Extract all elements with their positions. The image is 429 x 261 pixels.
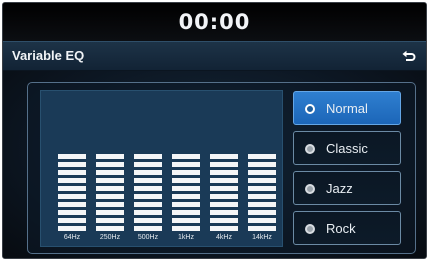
preset-label: Normal	[326, 101, 368, 116]
eq-level-segment	[210, 154, 238, 159]
eq-level-segment	[58, 178, 86, 183]
eq-level-segment	[210, 226, 238, 231]
preset-label: Rock	[326, 221, 356, 236]
eq-level-segment	[248, 226, 276, 231]
eq-band-500hz[interactable]	[134, 154, 162, 234]
eq-level-segment	[58, 218, 86, 223]
eq-level-segment	[58, 202, 86, 207]
band-label-4khz: 4kHz	[216, 234, 232, 241]
eq-level-segment	[172, 210, 200, 215]
eq-level-segment	[210, 170, 238, 175]
eq-level-segment	[172, 226, 200, 231]
eq-level-segment	[134, 186, 162, 191]
eq-band-250hz[interactable]	[96, 154, 124, 234]
eq-level-segment	[58, 170, 86, 175]
eq-level-segment	[248, 186, 276, 191]
preset-jazz-button[interactable]: Jazz	[293, 171, 401, 205]
back-button[interactable]	[398, 45, 420, 67]
eq-level-segment	[172, 218, 200, 223]
eq-band-4khz[interactable]	[210, 154, 238, 234]
eq-level-segment	[96, 178, 124, 183]
eq-band-64hz[interactable]	[58, 154, 86, 234]
eq-band-14khz[interactable]	[248, 154, 276, 234]
head-unit-screen: 00:00 Variable EQ 64Hz 250Hz 500Hz 1kHz	[2, 2, 427, 259]
eq-level-segment	[172, 154, 200, 159]
eq-level-segment	[134, 178, 162, 183]
band-label-64hz: 64Hz	[63, 234, 81, 241]
eq-level-segment	[96, 170, 124, 175]
eq-level-segment	[248, 194, 276, 199]
eq-level-segment	[58, 226, 86, 231]
band-label-250hz: 250Hz	[99, 234, 121, 241]
eq-level-segment	[96, 218, 124, 223]
eq-level-segment	[58, 154, 86, 159]
eq-level-segment	[210, 202, 238, 207]
eq-level-segment	[134, 210, 162, 215]
eq-level-segment	[134, 170, 162, 175]
eq-level-segment	[58, 210, 86, 215]
eq-level-segment	[96, 194, 124, 199]
eq-level-segment	[134, 154, 162, 159]
eq-level-segment	[210, 186, 238, 191]
eq-level-segment	[210, 210, 238, 215]
preset-classic-button[interactable]: Classic	[293, 131, 401, 165]
eq-level-segment	[58, 162, 86, 167]
eq-level-segment	[172, 194, 200, 199]
eq-level-segment	[248, 170, 276, 175]
content-area: 64Hz 250Hz 500Hz 1kHz 4kHz 14kHz Normal …	[3, 71, 426, 258]
eq-level-segment	[172, 162, 200, 167]
eq-level-segment	[58, 186, 86, 191]
eq-band-1khz[interactable]	[172, 154, 200, 234]
band-label-14khz: 14kHz	[252, 234, 272, 241]
eq-level-segment	[248, 210, 276, 215]
radio-icon	[305, 184, 315, 194]
eq-level-segment	[248, 162, 276, 167]
eq-level-segment	[96, 162, 124, 167]
band-label-500hz: 500Hz	[137, 234, 159, 241]
eq-level-segment	[172, 170, 200, 175]
eq-level-segment	[210, 162, 238, 167]
radio-icon	[305, 104, 315, 114]
eq-level-segment	[96, 186, 124, 191]
preset-normal-button[interactable]: Normal	[293, 91, 401, 125]
eq-level-segment	[58, 194, 86, 199]
eq-level-segment	[210, 178, 238, 183]
eq-level-segment	[172, 202, 200, 207]
eq-level-segment	[210, 194, 238, 199]
eq-level-segment	[172, 186, 200, 191]
eq-level-segment	[210, 218, 238, 223]
eq-level-segment	[248, 202, 276, 207]
eq-level-segment	[172, 178, 200, 183]
eq-level-segment	[248, 178, 276, 183]
eq-container: 64Hz 250Hz 500Hz 1kHz 4kHz 14kHz Normal …	[27, 82, 416, 254]
preset-rock-button[interactable]: Rock	[293, 211, 401, 245]
radio-icon	[305, 224, 315, 234]
eq-level-segment	[134, 202, 162, 207]
status-bar: 00:00	[3, 3, 426, 41]
page-title: Variable EQ	[12, 48, 85, 63]
eq-level-segment	[134, 194, 162, 199]
eq-level-segment	[248, 218, 276, 223]
eq-level-segment	[134, 226, 162, 231]
eq-level-segment	[248, 154, 276, 159]
back-arrow-icon	[402, 50, 416, 61]
band-label-1khz: 1kHz	[178, 234, 194, 241]
eq-level-segment	[134, 162, 162, 167]
eq-level-segment	[134, 218, 162, 223]
clock: 00:00	[178, 10, 251, 34]
preset-label: Classic	[326, 141, 368, 156]
radio-icon	[305, 144, 315, 154]
eq-level-segment	[96, 154, 124, 159]
eq-graph: 64Hz 250Hz 500Hz 1kHz 4kHz 14kHz	[40, 90, 283, 247]
eq-level-segment	[96, 202, 124, 207]
eq-level-segment	[96, 210, 124, 215]
title-bar: Variable EQ	[3, 41, 426, 71]
preset-label: Jazz	[326, 181, 353, 196]
eq-level-segment	[96, 226, 124, 231]
